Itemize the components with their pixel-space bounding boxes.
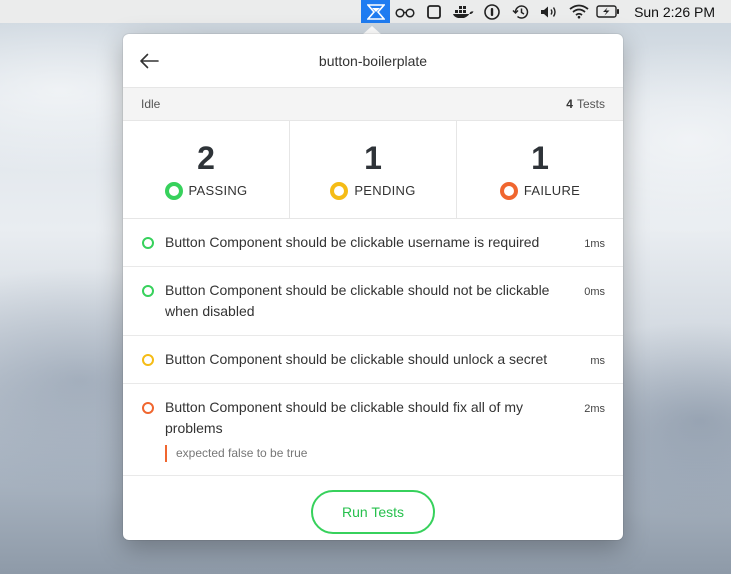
test-count-label: Tests	[576, 97, 605, 111]
square-icon[interactable]	[419, 0, 448, 23]
panel-header: button-boilerplate	[123, 34, 623, 87]
pending-label: PENDING	[354, 183, 416, 198]
test-duration: ms	[590, 355, 605, 367]
test-duration: 2ms	[584, 403, 605, 415]
time-machine-icon[interactable]	[506, 0, 535, 23]
test-row[interactable]: Button Component should be clickable sho…	[123, 384, 623, 476]
battery-icon[interactable]	[593, 0, 622, 23]
test-error-message: expected false to be true	[165, 445, 553, 462]
status-bar: Idle 4 Tests	[123, 87, 623, 121]
test-count-number: 4	[566, 97, 573, 111]
project-title: button-boilerplate	[318, 52, 428, 69]
test-duration: 0ms	[584, 286, 605, 298]
passing-ring-icon	[164, 181, 183, 200]
passing-count: 2	[197, 139, 215, 176]
passing-label-row: PASSING	[164, 181, 248, 200]
glasses-icon[interactable]	[390, 0, 419, 23]
stats-summary: 2 PASSING 1 PENDING 1 FAILURE	[123, 121, 623, 219]
volume-icon[interactable]	[535, 0, 564, 23]
test-name: Button Component should be clickable sho…	[165, 282, 550, 319]
stat-pending: 1 PENDING	[290, 121, 457, 218]
test-name: Button Component should be clickable use…	[165, 234, 540, 250]
test-duration: 1ms	[584, 238, 605, 250]
test-row[interactable]: Button Component should be clickable sho…	[123, 267, 623, 336]
test-row[interactable]: Button Component should be clickable sho…	[123, 336, 623, 384]
passing-status-icon	[142, 237, 154, 249]
failure-label-row: FAILURE	[499, 181, 581, 200]
test-name: Button Component should be clickable sho…	[165, 399, 523, 436]
stat-failure: 1 FAILURE	[457, 121, 623, 218]
pending-status-icon	[142, 354, 154, 366]
arrow-left-icon	[140, 53, 159, 69]
back-button[interactable]	[135, 47, 163, 75]
failure-status-icon	[142, 402, 154, 414]
failure-count: 1	[531, 139, 549, 176]
pending-label-row: PENDING	[330, 181, 416, 200]
info-icon[interactable]	[477, 0, 506, 23]
run-tests-button[interactable]: Run Tests	[311, 490, 435, 534]
test-list: Button Component should be clickable use…	[123, 219, 623, 476]
pending-count: 1	[364, 139, 382, 176]
test-name: Button Component should be clickable sho…	[165, 351, 548, 367]
failure-ring-icon	[499, 181, 518, 200]
panel-footer: Run Tests	[123, 476, 623, 540]
menu-bar: Sun 2:26 PM	[0, 0, 731, 23]
app-icon[interactable]	[361, 0, 391, 23]
stat-passing: 2 PASSING	[123, 121, 290, 218]
passing-label: PASSING	[188, 183, 248, 198]
wifi-icon[interactable]	[564, 0, 593, 23]
docker-icon[interactable]	[448, 0, 477, 23]
test-count: 4 Tests	[566, 97, 605, 111]
test-row[interactable]: Button Component should be clickable use…	[123, 219, 623, 267]
test-runner-panel: button-boilerplate Idle 4 Tests 2 PASSING…	[123, 34, 623, 540]
pending-ring-icon	[330, 181, 349, 200]
menu-bar-clock[interactable]: Sun 2:26 PM	[634, 4, 715, 20]
failure-label: FAILURE	[523, 183, 581, 198]
run-status: Idle	[141, 97, 161, 111]
passing-status-icon	[142, 285, 154, 297]
